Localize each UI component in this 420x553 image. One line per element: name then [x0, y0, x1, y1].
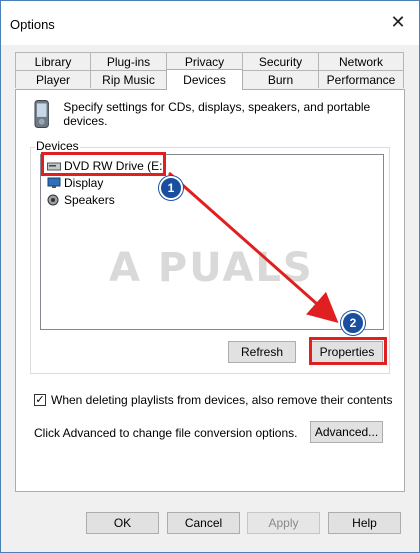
step-2-badge: 2: [341, 311, 365, 335]
tab-player[interactable]: Player: [15, 70, 91, 88]
delete-playlists-option[interactable]: ✓ When deleting playlists from devices, …: [34, 393, 393, 407]
tab-network[interactable]: Network: [318, 52, 404, 70]
list-item[interactable]: Speakers: [47, 192, 115, 208]
advanced-info-text: Click Advanced to change file conversion…: [34, 426, 298, 440]
title-bar: Options ✕: [1, 1, 419, 45]
device-name: DVD RW Drive (E:): [64, 159, 167, 173]
tab-rip-music[interactable]: Rip Music: [90, 70, 167, 88]
watermark: A PUALS: [109, 245, 314, 291]
properties-button[interactable]: Properties: [311, 341, 383, 363]
tab-performance[interactable]: Performance: [318, 70, 404, 88]
options-dialog: Options ✕ Library Plug-ins Privacy Secur…: [0, 0, 420, 553]
tab-burn[interactable]: Burn: [242, 70, 319, 88]
description-text: Specify settings for CDs, displays, spea…: [63, 100, 371, 128]
portable-device-icon: [34, 100, 49, 128]
help-button[interactable]: Help: [328, 512, 401, 534]
tab-library[interactable]: Library: [15, 52, 91, 70]
delete-playlists-checkbox[interactable]: ✓: [34, 394, 46, 406]
device-list[interactable]: DVD RW Drive (E:) Display Speakers: [40, 154, 384, 330]
delete-playlists-label: When deleting playlists from devices, al…: [51, 393, 393, 407]
devices-group-label: Devices: [35, 139, 80, 153]
window-title: Options: [10, 17, 55, 32]
tab-plug-ins[interactable]: Plug-ins: [90, 52, 167, 70]
tab-devices[interactable]: Devices: [166, 69, 243, 90]
tab-row-2: Player Rip Music Devices Burn Performanc…: [15, 69, 404, 90]
device-name: Speakers: [64, 193, 115, 207]
tab-security[interactable]: Security: [242, 52, 319, 70]
apply-button[interactable]: Apply: [247, 512, 320, 534]
cancel-button[interactable]: Cancel: [167, 512, 240, 534]
refresh-button[interactable]: Refresh: [228, 341, 296, 363]
list-item[interactable]: Display: [47, 175, 103, 191]
device-name: Display: [64, 176, 104, 190]
list-item[interactable]: DVD RW Drive (E:): [47, 158, 166, 174]
monitor-icon: [47, 177, 61, 188]
speaker-icon: [47, 194, 59, 206]
tab-row-1: Library Plug-ins Privacy Security Networ…: [15, 52, 404, 70]
advanced-button[interactable]: Advanced...: [310, 421, 383, 443]
tab-privacy[interactable]: Privacy: [166, 52, 243, 70]
step-1-badge: 1: [159, 176, 183, 200]
close-icon[interactable]: ✕: [387, 11, 409, 33]
dvd-drive-icon: [47, 162, 61, 171]
ok-button[interactable]: OK: [86, 512, 159, 534]
description-row: Specify settings for CDs, displays, spea…: [34, 99, 404, 129]
